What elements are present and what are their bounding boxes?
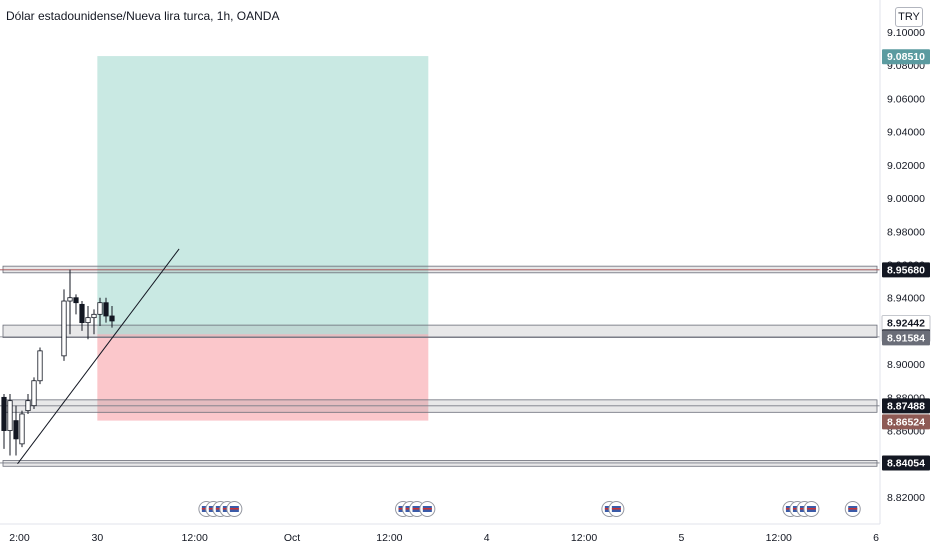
y-tick-label-15: 8.82000 (887, 492, 925, 504)
event-flag-stripe-red-9 (422, 508, 432, 510)
candle-body-4 (19, 413, 25, 445)
candle-body-3 (13, 420, 19, 440)
y-tick-label-1: 9.10000 (887, 27, 925, 39)
x-tick-label-7: 12:00 (571, 532, 597, 544)
chart-area[interactable]: 9.10000 9.08000 9.06000 9.04000 9.02000 9.000… (0, 0, 932, 550)
candle-body-11 (79, 303, 85, 324)
candle-body-13 (91, 313, 97, 319)
price-chart[interactable]: 9.100009.080009.060009.040009.020009.000… (0, 0, 932, 550)
event-flag-stripe-red-15 (806, 508, 816, 510)
profit-zone (97, 56, 429, 335)
candle-body-1 (1, 396, 7, 431)
candle-body-16 (109, 315, 115, 322)
candle-body-5 (25, 400, 31, 412)
price-label-6: 8.87488 (887, 400, 925, 412)
x-tick-label-1: 2:00 (9, 532, 30, 544)
price-label-5: 8.91584 (887, 332, 925, 344)
currency-button[interactable]: TRY (895, 7, 923, 27)
event-flag-stripe-red-11 (611, 508, 621, 510)
x-tick-label-9: 12:00 (766, 532, 792, 544)
horizontal-zone-2 (2, 324, 878, 338)
horizontal-zone-4 (2, 460, 878, 467)
x-tick-label-3: 12:00 (182, 532, 208, 544)
candle-body-15 (103, 302, 109, 317)
x-tick-label-5: 12:00 (376, 532, 402, 544)
candle-body-6 (31, 380, 37, 407)
y-tick-label-11: 8.90000 (887, 359, 925, 371)
x-tick-label-4: Oct (284, 532, 300, 544)
price-label-7: 8.86524 (887, 416, 925, 428)
candle-body-14 (97, 302, 103, 315)
y-tick-label-9: 8.94000 (887, 293, 925, 305)
y-tick-label-7: 8.98000 (887, 226, 925, 238)
candle-body-9 (67, 297, 73, 302)
price-label-3: 8.92442 (887, 318, 925, 330)
event-flag-stripe-red-16 (848, 508, 858, 510)
y-tick-label-3: 9.06000 (887, 93, 925, 105)
event-flag-stripe-red-5 (229, 508, 239, 510)
x-tick-label-2: 30 (92, 532, 104, 544)
price-label-2: 8.95680 (887, 264, 925, 276)
y-tick-label-6: 9.00000 (887, 193, 925, 205)
y-tick-label-5: 9.02000 (887, 160, 925, 172)
x-tick-label-8: 5 (678, 532, 684, 544)
candle-body-12 (85, 317, 91, 324)
candle-body-7 (37, 350, 43, 382)
candle-body-2 (7, 400, 13, 431)
price-label-1: 9.08510 (887, 51, 925, 63)
y-tick-label-4: 9.04000 (887, 127, 925, 139)
candle-body-10 (73, 297, 79, 304)
price-label-8: 8.84054 (887, 457, 925, 469)
chart-title: Dólar estadounidense/Nueva lira turca, 1… (6, 9, 280, 23)
candle-body-8 (61, 300, 67, 357)
x-tick-label-6: 4 (484, 532, 490, 544)
x-tick-label-10: 6 (873, 532, 879, 544)
